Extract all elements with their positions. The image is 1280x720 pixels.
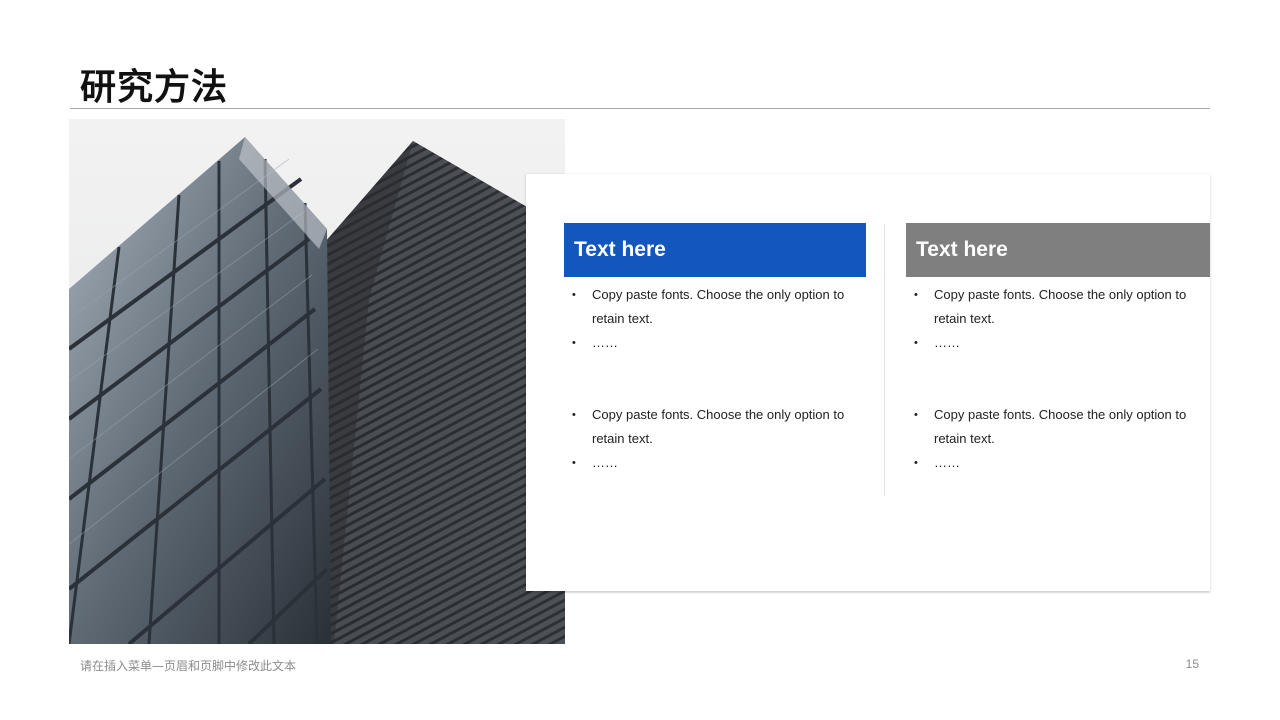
slide: 研究方法 Text here • Copy paste fonts. Choos… xyxy=(0,0,1280,720)
list-item: Copy paste fonts. Choose the only option… xyxy=(564,283,866,331)
list-item: …… xyxy=(906,451,1210,475)
bullet-list: Copy paste fonts. Choose the only option… xyxy=(906,403,1210,475)
content-card: Text here Copy paste fonts. Choose the o… xyxy=(526,174,1210,591)
bullet-list: Copy paste fonts. Choose the only option… xyxy=(564,403,866,475)
building-photo xyxy=(69,119,565,644)
left-column: Text here Copy paste fonts. Choose the o… xyxy=(564,223,866,475)
left-column-heading: Text here xyxy=(564,223,866,277)
bullet-list: Copy paste fonts. Choose the only option… xyxy=(564,283,866,355)
page-number: 15 xyxy=(1185,657,1199,671)
list-item: …… xyxy=(906,331,1210,355)
list-item: Copy paste fonts. Choose the only option… xyxy=(564,403,866,451)
list-item: Copy paste fonts. Choose the only option… xyxy=(906,403,1210,451)
list-item: Copy paste fonts. Choose the only option… xyxy=(906,283,1210,331)
footer-text: 请在插入菜单—页眉和页脚中修改此文本 xyxy=(80,659,297,673)
right-column-heading: Text here xyxy=(906,223,1210,277)
list-item: …… xyxy=(564,331,866,355)
bullet-list: Copy paste fonts. Choose the only option… xyxy=(906,283,1210,355)
right-column: Text here Copy paste fonts. Choose the o… xyxy=(906,223,1210,475)
list-item: …… xyxy=(564,451,866,475)
column-divider xyxy=(884,224,885,496)
page-title: 研究方法 xyxy=(80,67,229,108)
title-divider xyxy=(70,108,1210,109)
